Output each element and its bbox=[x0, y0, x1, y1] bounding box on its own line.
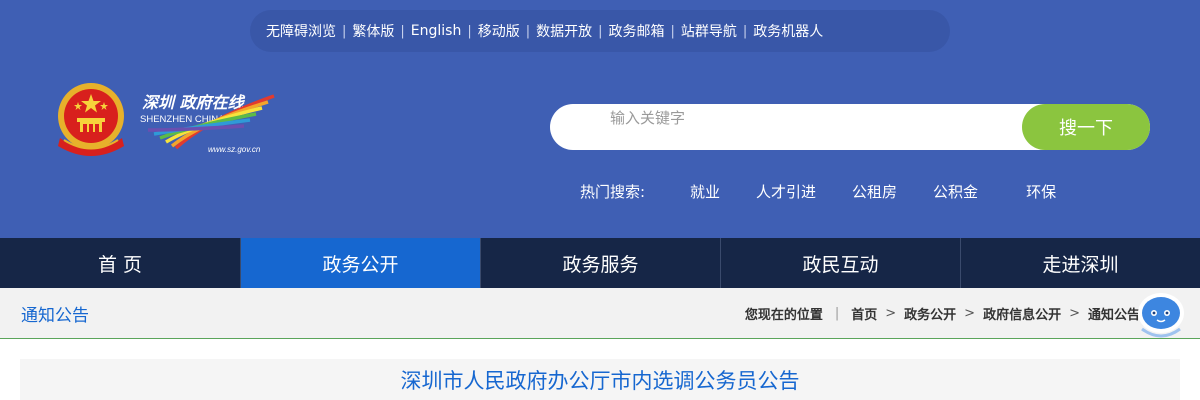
separator: | bbox=[670, 23, 675, 39]
chevron-right-icon: > bbox=[885, 306, 897, 321]
separator: | bbox=[467, 23, 472, 39]
nav-item-services[interactable]: 政务服务 bbox=[480, 238, 720, 288]
separator: | bbox=[400, 23, 405, 39]
chevron-right-icon: > bbox=[1069, 306, 1080, 321]
separator: | bbox=[525, 23, 531, 39]
svg-text:深圳 政府在线: 深圳 政府在线 bbox=[142, 93, 246, 112]
nav-item-interaction[interactable]: 政民互动 bbox=[720, 238, 960, 288]
hot-search-talent[interactable]: 人才引进 bbox=[756, 181, 816, 202]
hot-search-environment[interactable]: 环保 bbox=[1026, 181, 1056, 202]
accessibility-link[interactable]: 无障碍浏览 bbox=[266, 21, 336, 41]
hot-search-jobs[interactable]: 就业 bbox=[690, 181, 720, 202]
section-title: 通知公告 bbox=[21, 306, 89, 326]
hot-search-public-housing[interactable]: 公租房 bbox=[852, 181, 897, 202]
breadcrumb-prefix: 您现在的位置 bbox=[744, 308, 823, 323]
hot-search-housing-fund[interactable]: 公积金 bbox=[933, 181, 978, 202]
nav-item-about-shenzhen[interactable]: 走进深圳 bbox=[960, 238, 1200, 288]
svg-text:www.sz.gov.cn: www.sz.gov.cn bbox=[208, 145, 261, 154]
search-box: 搜一下 bbox=[550, 104, 1150, 150]
chevron-right-icon: > bbox=[964, 306, 976, 321]
gov-robot-link[interactable]: 政务机器人 bbox=[753, 21, 823, 41]
nav-item-home[interactable]: 首 页 bbox=[0, 238, 240, 288]
mobile-link[interactable]: 移动版 bbox=[478, 21, 520, 41]
separator: | bbox=[834, 306, 840, 321]
breadcrumb: 您现在的位置 | 首页 > 政务公开 > 政府信息公开 > 通知公告 bbox=[745, 304, 1140, 323]
nav-item-government-affairs[interactable]: 政务公开 bbox=[240, 238, 480, 288]
top-links-bar: 无障碍浏览 | 繁体版 | English | 移动版 | 数据开放 | 政务邮… bbox=[250, 10, 950, 52]
shenzhen-government-online-logo[interactable]: 深圳 政府在线 SHENZHEN CHINA www.sz.gov.cn bbox=[136, 90, 276, 156]
search-input[interactable] bbox=[610, 104, 1010, 150]
gov-mail-link[interactable]: 政务邮箱 bbox=[609, 21, 665, 41]
open-data-link[interactable]: 数据开放 bbox=[536, 21, 592, 41]
article-title-bar: 深圳市人民政府办公厅市内选调公务员公告 bbox=[20, 359, 1180, 400]
robot-assistant-icon[interactable] bbox=[1134, 291, 1188, 341]
site-navigation-link[interactable]: 站群导航 bbox=[681, 21, 737, 41]
separator: | bbox=[742, 23, 748, 39]
breadcrumb-bar: 通知公告 您现在的位置 | 首页 > 政务公开 > 政府信息公开 > 通知公告 bbox=[0, 288, 1200, 339]
national-emblem-icon[interactable] bbox=[52, 80, 130, 160]
breadcrumb-government-affairs[interactable]: 政务公开 bbox=[904, 304, 956, 323]
main-nav: 首 页 政务公开 政务服务 政民互动 走进深圳 bbox=[0, 238, 1200, 288]
hot-searches: 热门搜索: 就业 人才引进 公租房 公积金 环保 bbox=[580, 180, 1092, 202]
separator: | bbox=[598, 23, 603, 39]
site-header: 无障碍浏览 | 繁体版 | English | 移动版 | 数据开放 | 政务邮… bbox=[0, 0, 1200, 238]
breadcrumb-info-disclosure[interactable]: 政府信息公开 bbox=[983, 304, 1061, 323]
breadcrumb-home[interactable]: 首页 bbox=[851, 304, 877, 323]
article-title: 深圳市人民政府办公厅市内选调公务员公告 bbox=[400, 368, 800, 393]
traditional-chinese-link[interactable]: 繁体版 bbox=[352, 21, 394, 41]
hot-searches-label: 热门搜索: bbox=[580, 182, 646, 201]
breadcrumb-notices[interactable]: 通知公告 bbox=[1088, 304, 1140, 323]
search-button[interactable]: 搜一下 bbox=[1022, 104, 1150, 150]
separator: | bbox=[342, 23, 347, 39]
english-link[interactable]: English bbox=[411, 23, 462, 39]
